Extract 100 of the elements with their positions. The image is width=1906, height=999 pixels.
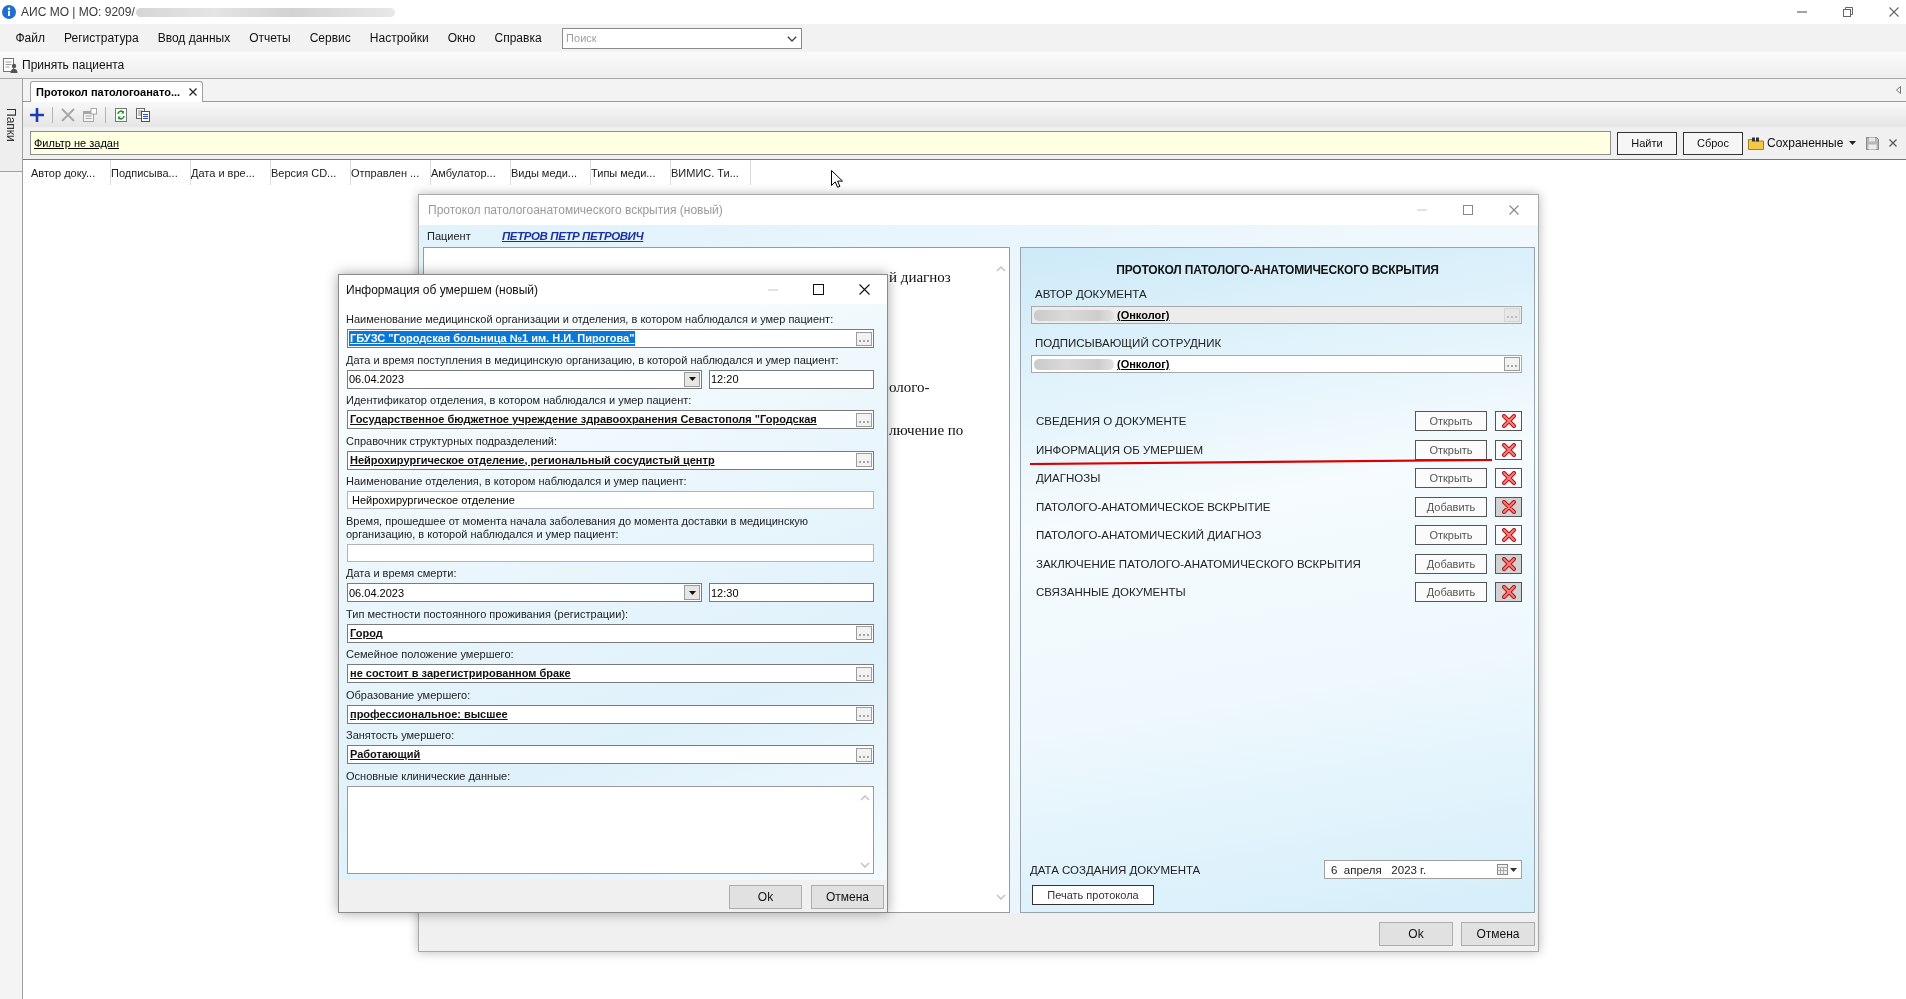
cancel-button[interactable]: Отмена: [1461, 922, 1535, 946]
delete-button[interactable]: [1495, 439, 1522, 460]
browse-button[interactable]: [856, 412, 872, 427]
maximize-icon[interactable]: [813, 284, 824, 295]
filter-field[interactable]: Фильтр не задан: [30, 131, 1611, 155]
text-field[interactable]: [347, 543, 874, 562]
ok-button[interactable]: Ok: [729, 885, 802, 909]
browse-button[interactable]: [856, 453, 872, 467]
date-picker[interactable]: 6 апреля 2023 г.: [1324, 860, 1522, 879]
person-document-icon: [3, 57, 18, 73]
browse-button[interactable]: [856, 666, 872, 681]
date-field[interactable]: 06.04.2023: [347, 583, 702, 602]
panel-title: ПРОТОКОЛ ПАТОЛОГО-АНАТОМИЧЕСКОГО ВСКРЫТИЯ: [1115, 263, 1440, 277]
column-header[interactable]: Автор доку...: [25, 160, 111, 185]
action-button[interactable]: Открыть: [1415, 468, 1487, 489]
section-label: ИНФОРМАЦИЯ ОБ УМЕРШЕМ: [1036, 443, 1205, 456]
cross-icon: [1501, 585, 1516, 600]
filter-link[interactable]: Фильтр не задан: [34, 137, 120, 149]
caret-icon: [688, 590, 696, 595]
date-field[interactable]: 06.04.2023: [347, 369, 702, 389]
triangle-left-icon[interactable]: [1896, 86, 1901, 94]
document-tab[interactable]: Протокол патологоанато...: [30, 81, 204, 102]
field-label: Справочник структурных подразделений:: [346, 434, 558, 448]
column-header[interactable]: Подписыва...: [105, 160, 191, 185]
close-icon[interactable]: [859, 284, 870, 295]
cancel-button[interactable]: Отмена: [811, 885, 884, 909]
column-header[interactable]: Дата и вре...: [185, 160, 271, 185]
field-label: Дата и время поступления в медицинскую организацию, в которой наблюдался и умер пациент:: [346, 353, 840, 367]
menu-item[interactable]: Окно: [438, 27, 486, 49]
browse-button[interactable]: [856, 626, 872, 640]
dialog-title: Информация об умершем (новый): [346, 282, 539, 297]
refresh-icon[interactable]: [114, 107, 128, 122]
column-header[interactable]: Амбулатор...: [425, 160, 511, 185]
saved-filters-button[interactable]: Сохраненные: [1748, 136, 1857, 150]
menu-item[interactable]: Справка: [485, 27, 552, 49]
search-field[interactable]: Поиск: [562, 27, 803, 49]
action-button[interactable]: Открыть: [1415, 439, 1487, 460]
lookup-field[interactable]: Нейрохирургическое отделение, региональный сосудистый центр: [347, 450, 874, 470]
time-field[interactable]: 12:20: [709, 369, 874, 389]
lookup-field[interactable]: Государственное бюджетное учреждение здравоохранения Севастополя "Городская: [347, 410, 874, 429]
patient-link[interactable]: ПЕТРОВ ПЕТР ПЕТРОВИЧ: [502, 230, 644, 242]
cross-icon: [1501, 556, 1516, 571]
text-field[interactable]: Нейрохирургическое отделение: [347, 491, 874, 509]
employee-field[interactable]: (Онколог): [1031, 355, 1522, 373]
action-button[interactable]: Добавить: [1415, 582, 1487, 603]
browse-button[interactable]: [856, 331, 872, 346]
column-header[interactable]: Типы меди...: [585, 160, 671, 185]
cross-icon: [1501, 442, 1516, 457]
close-icon[interactable]: [189, 88, 198, 96]
accept-patient-button[interactable]: Принять пациента: [3, 57, 125, 73]
field-label: Наименование отделения, в котором наблюдался и умер пациент:: [346, 475, 688, 488]
reset-button[interactable]: Сброс: [1683, 131, 1743, 155]
delete-button[interactable]: [1495, 525, 1522, 546]
lookup-field[interactable]: профессиональное: высшее: [347, 704, 874, 724]
column-header[interactable]: Версия CD...: [265, 160, 351, 185]
menu-item[interactable]: Файл: [6, 27, 55, 49]
dropdown-button[interactable]: [684, 371, 700, 387]
date-label: ДАТА СОЗДАНИЯ ДОКУМЕНТА: [1030, 863, 1201, 876]
dropdown-button[interactable]: [684, 585, 700, 600]
delete-button[interactable]: [1495, 468, 1522, 489]
menu-item[interactable]: Регистратура: [54, 27, 149, 49]
caret-icon[interactable]: [1510, 867, 1517, 872]
lookup-field[interactable]: Работающий: [347, 745, 874, 764]
find-button[interactable]: Найти: [1617, 131, 1677, 155]
action-button[interactable]: Добавить: [1415, 553, 1487, 574]
menu-item[interactable]: Настройки: [360, 27, 439, 49]
plus-icon[interactable]: [30, 107, 44, 122]
folder-icon: [1748, 136, 1764, 150]
field-value: (Онколог): [1117, 358, 1170, 370]
copy-icon[interactable]: [136, 107, 150, 122]
cross-icon: [1501, 471, 1516, 486]
browse-button[interactable]: [856, 707, 872, 721]
restore-icon[interactable]: [1843, 7, 1853, 17]
action-button[interactable]: Открыть: [1415, 525, 1487, 546]
ellipsis-icon: [859, 755, 869, 758]
close-icon[interactable]: [1889, 139, 1898, 147]
column-header[interactable]: ВИМИС. Ти...: [665, 160, 751, 185]
print-button[interactable]: Печать протокола: [1032, 885, 1154, 905]
field-value: профессиональное: высшее: [349, 706, 509, 722]
lookup-field[interactable]: не состоит в зарегистрированном браке: [347, 664, 874, 683]
lookup-field[interactable]: Город: [347, 623, 874, 643]
browse-button[interactable]: [1504, 357, 1520, 371]
menu-item[interactable]: Отчеты: [239, 27, 301, 49]
folders-tab[interactable]: Папки: [0, 79, 22, 172]
column-header[interactable]: Отправлен ...: [345, 160, 431, 185]
field-value: Город: [349, 625, 384, 641]
time-field[interactable]: 12:30: [709, 583, 874, 602]
ok-button[interactable]: Ok: [1379, 922, 1453, 946]
lookup-field[interactable]: ГБУЗС "Городская больница №1 им. Н.И. Пирогова": [347, 329, 874, 348]
action-button[interactable]: Добавить: [1415, 496, 1487, 517]
column-header[interactable]: Виды меди...: [505, 160, 591, 185]
save-icon[interactable]: [1866, 136, 1880, 150]
action-button[interactable]: Открыть: [1415, 411, 1487, 432]
caret-icon: [688, 377, 696, 381]
browse-button[interactable]: [856, 747, 872, 762]
menu-item[interactable]: Сервис: [300, 27, 361, 49]
chevron-down-icon[interactable]: [787, 35, 798, 42]
menu-item[interactable]: Ввод данных: [148, 27, 240, 49]
field-label: Наименование медицинской организации и отделения, в котором наблюдался и умер пациент:: [346, 313, 835, 326]
delete-button[interactable]: [1495, 411, 1522, 432]
